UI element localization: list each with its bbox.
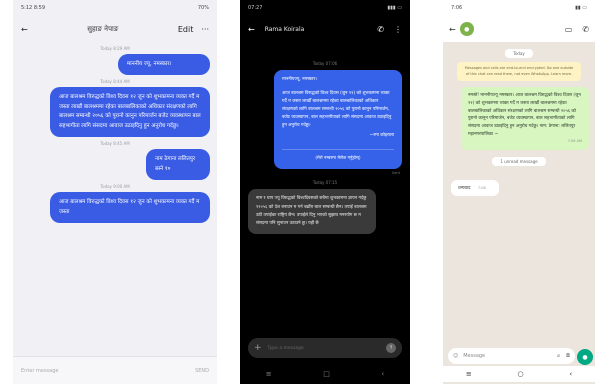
chat-header: ← ● ▭ ✆ [443, 16, 595, 42]
message-timestamp: Today 8:29 AM [100, 46, 130, 51]
back-icon[interactable]: ‹ [569, 370, 572, 378]
status-bar: 7:06 ▮▮ ▭ [443, 0, 595, 16]
mic-icon[interactable]: ● [577, 349, 593, 365]
message-timestamp: Today 8:45 AM [100, 141, 130, 147]
send-icon[interactable]: ↑ [386, 343, 396, 353]
message-timestamp: Today 07:06 [312, 61, 338, 66]
phone-1-messages-app: 5:12 8:59 70% ← सुहाङ नेपाङ Edit ··· Tod… [13, 0, 217, 384]
message-timestamp: Today 8:44 AM [100, 79, 130, 85]
chat-header: ← सुहाङ नेपाङ Edit ··· [13, 16, 217, 42]
message-cta: (मेरो नम्बरमा मेसेज गर्नुहोस्) [282, 149, 394, 163]
message-bubble[interactable]: आज बालश्रम विरुद्धको विश्व दिवस १२ जुन क… [50, 87, 210, 138]
message-input[interactable]: Message [463, 353, 557, 359]
status-time: 5:12 8:59 [21, 5, 46, 11]
message-signature: ~रमा कोइराला [369, 132, 394, 138]
message-bubble-outgoing[interactable]: माननीयज्यू, नमस्कार। आज बालश्रम विरुद्धक… [274, 70, 402, 170]
message-bubble[interactable]: माननीय ज्यू, नमस्कार। [118, 54, 210, 76]
back-arrow-icon[interactable]: ← [248, 25, 255, 34]
message-input[interactable]: Enter message [21, 368, 195, 374]
home-icon[interactable]: □ [323, 370, 330, 378]
attach-icon[interactable]: ⌀ [557, 353, 560, 359]
compose-bar: ☺ Message ⌀ ◘ [448, 348, 575, 364]
compose-bar: + Type a message ↑ [248, 338, 402, 358]
message-body: नमस्ते! माननीयज्यू नमस्कार। आज बालश्रम व… [468, 93, 581, 137]
message-time: 7:08 [477, 185, 486, 190]
date-pill: Today [505, 49, 533, 58]
status-time: 7:06 [451, 5, 463, 11]
phone-2-messages-dark: 07:27 ▮▮▮ ▭ ← Rama Koirala ✆ ⋮ Today 07:… [240, 0, 410, 384]
compose-bar: Enter message SEND [13, 356, 217, 384]
more-options-icon[interactable]: ··· [201, 25, 209, 34]
video-call-icon[interactable]: ▭ [565, 25, 573, 34]
message-timestamp: Today 07:15 [312, 180, 338, 186]
contact-name[interactable]: सुहाङ नेपाङ [28, 25, 178, 34]
edit-button[interactable]: Edit [178, 25, 194, 34]
status-time: 07:27 [248, 5, 263, 11]
battery-indicator: 70% [197, 5, 209, 11]
recents-icon[interactable]: ≡ [266, 370, 272, 378]
signal-battery-icon: ▮▮▮ ▭ [387, 5, 402, 11]
add-attachment-icon[interactable]: + [254, 343, 262, 353]
back-icon[interactable]: ‹ [381, 370, 384, 378]
message-list[interactable]: Today Messages and calls are end-to-end … [443, 42, 595, 346]
message-input[interactable]: Type a message [268, 346, 386, 351]
system-nav-bar: ≡ □ ‹ [240, 370, 410, 378]
sent-status: Sent [392, 171, 400, 176]
phone-icon[interactable]: ✆ [582, 25, 589, 34]
encryption-notice[interactable]: Messages and calls are end-to-end encryp… [457, 62, 581, 82]
chat-header: ← Rama Koirala ✆ ⋮ [240, 16, 410, 42]
message-list[interactable]: Today 07:06 माननीयज्यू, नमस्कार। आज बालश… [240, 56, 410, 338]
message-greeting: माननीयज्यू, नमस्कार। [282, 77, 317, 82]
system-nav-bar: ≡ ○ ‹ [443, 366, 595, 382]
home-icon[interactable]: ○ [517, 370, 523, 378]
message-list[interactable]: Today 8:29 AM माननीय ज्यू, नमस्कार। Toda… [13, 42, 217, 356]
phone-icon[interactable]: ✆ [377, 25, 384, 34]
status-bar: 07:27 ▮▮▮ ▭ [240, 0, 410, 16]
message-body: धन्यवाद [458, 185, 471, 191]
camera-icon[interactable]: ◘ [566, 353, 570, 359]
emoji-icon[interactable]: ☺ [453, 353, 458, 359]
avatar[interactable]: ● [459, 22, 474, 36]
send-button[interactable]: SEND [195, 368, 209, 374]
unread-pill: 1 unread message [492, 156, 546, 166]
message-bubble-outgoing[interactable]: नमस्ते! माननीयज्यू नमस्कार। आज बालश्रम व… [461, 87, 589, 150]
more-options-icon[interactable]: ⋮ [394, 25, 402, 34]
message-time: 7:06 AM [567, 139, 582, 144]
message-body: आज बालश्रम विरुद्धको विश्व दिवस (जुन १२)… [282, 90, 392, 128]
phone-3-whatsapp: 7:06 ▮▮ ▭ ← ● ▭ ✆ Today Messages and cal… [443, 0, 595, 384]
back-arrow-icon[interactable]: ← [449, 25, 456, 34]
signal-battery-icon: ▮▮ ▭ [575, 5, 587, 11]
message-bubble-incoming[interactable]: धन्यवाद 7:08 [451, 179, 499, 196]
message-timestamp: Today 9:00 AM [100, 184, 130, 190]
recents-icon[interactable]: ≡ [466, 370, 472, 378]
message-bubble-incoming[interactable]: नाम र थाप ज्यू विरुद्धको विश्वदिवसको सबै… [248, 189, 376, 234]
message-bubble[interactable]: आज बालश्रम विरुद्धको विश्व दिवस १२ जुन क… [50, 192, 210, 224]
status-bar: 5:12 8:59 70% [13, 0, 217, 16]
contact-name[interactable]: Rama Koirala [265, 26, 378, 33]
back-arrow-icon[interactable]: ← [21, 25, 28, 34]
message-bubble[interactable]: नाम ठेगाना ललितपुर बस्ने १० [146, 149, 210, 181]
